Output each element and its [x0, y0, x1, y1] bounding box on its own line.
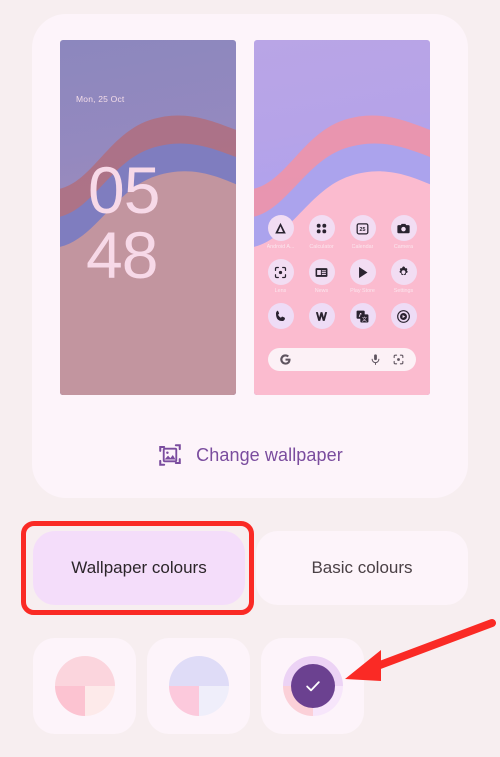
google-search-bar[interactable]	[268, 348, 416, 371]
app-row: Lens News Play Store Settings	[260, 259, 424, 294]
calculator-icon	[308, 215, 335, 241]
camera-icon	[390, 215, 417, 241]
app-label: Calendar	[351, 244, 374, 250]
swatch-purple[interactable]	[261, 638, 364, 734]
app-news[interactable]: News	[303, 259, 341, 294]
play-store-icon	[349, 259, 376, 285]
app-label: Play Store	[350, 288, 375, 294]
swatch-quadrant-bottom-right	[198, 686, 229, 716]
swatch-quadrant-bottom-left	[168, 686, 199, 716]
google-lens-icon[interactable]	[392, 353, 405, 366]
lock-screen-clock: 05 48	[86, 157, 160, 292]
tab-wallpaper-colours[interactable]: Wallpaper colours	[33, 531, 245, 605]
wallpaper-preview-card: Mon, 25 Oct 05 48 Android A... Calculato…	[32, 14, 468, 498]
home-app-grid: Android A... Calculator 25 Calendar Came…	[260, 215, 424, 329]
lock-screen-preview[interactable]: Mon, 25 Oct 05 48	[60, 40, 236, 395]
app-row: Android A... Calculator 25 Calendar Came…	[260, 215, 424, 250]
swatch-quadrant-bottom-left	[54, 686, 85, 716]
colour-swatch-list	[33, 638, 364, 734]
preview-thumbnails: Mon, 25 Oct 05 48 Android A... Calculato…	[60, 40, 440, 395]
app-label: Calculator	[309, 244, 334, 250]
phone-icon[interactable]	[267, 303, 294, 329]
change-wallpaper-button[interactable]: Change wallpaper	[32, 442, 468, 468]
tab-label: Wallpaper colours	[71, 558, 207, 577]
google-g-icon	[279, 353, 292, 366]
swatch-pink[interactable]	[33, 638, 136, 734]
swatch-quadrant-bottom-right	[84, 686, 115, 716]
lens-icon	[267, 259, 294, 285]
app-play-store[interactable]: Play Store	[344, 259, 382, 294]
app-label: Settings	[393, 288, 414, 294]
home-screen-preview[interactable]: Android A... Calculator 25 Calendar Came…	[254, 40, 430, 395]
youtube-music-icon[interactable]	[390, 303, 417, 329]
clock-hour: 05	[88, 153, 160, 227]
swatch-quadrant-top	[54, 656, 115, 686]
app-calendar[interactable]: 25 Calendar	[344, 215, 382, 250]
wallet-w-icon[interactable]	[308, 303, 335, 329]
check-icon	[305, 681, 320, 692]
app-camera[interactable]: Camera	[385, 215, 423, 250]
app-label: News	[314, 288, 329, 294]
translate-icon[interactable]: A文	[349, 303, 376, 329]
calendar-25-icon: 25	[349, 215, 376, 241]
svg-text:25: 25	[360, 227, 366, 233]
app-label: Lens	[274, 288, 287, 294]
app-label: Camera	[393, 244, 414, 250]
app-label: Android A...	[266, 244, 295, 250]
home-dock: A文	[260, 303, 424, 329]
colour-source-tabs: Wallpaper colours Basic colours	[33, 531, 468, 605]
clock-minute: 48	[86, 217, 158, 292]
news-icon	[308, 259, 335, 285]
app-android-auto[interactable]: Android A...	[262, 215, 300, 250]
change-wallpaper-label: Change wallpaper	[196, 444, 343, 465]
tab-basic-colours[interactable]: Basic colours	[256, 531, 468, 605]
tab-label: Basic colours	[311, 558, 413, 577]
app-settings[interactable]: Settings	[385, 259, 423, 294]
android-auto-icon	[267, 215, 294, 241]
image-photo-icon	[157, 442, 183, 468]
swatch-circle	[54, 656, 115, 716]
swatch-quadrant-top	[168, 656, 229, 686]
gear-icon	[390, 259, 417, 285]
app-lens[interactable]: Lens	[262, 259, 300, 294]
app-calculator[interactable]: Calculator	[303, 215, 341, 250]
swatch-circle	[168, 656, 229, 716]
swatch-selected-indicator	[290, 664, 335, 708]
swatch-lavender[interactable]	[147, 638, 250, 734]
lock-screen-date: Mon, 25 Oct	[76, 94, 125, 104]
microphone-icon[interactable]	[369, 353, 382, 366]
